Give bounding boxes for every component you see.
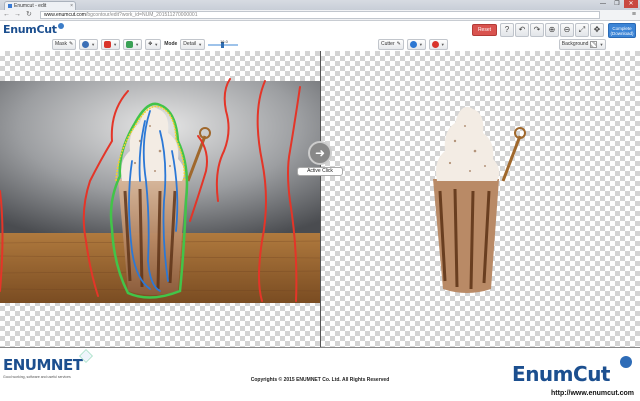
- help-icon[interactable]: ?: [500, 23, 514, 37]
- chevron-down-icon: ▼: [113, 41, 118, 47]
- complete-label: Complete: [612, 25, 632, 31]
- minimize-button[interactable]: —: [596, 0, 610, 8]
- mode-select[interactable]: Detail ▼: [180, 38, 206, 50]
- move-tool[interactable]: ✥ ▼: [145, 38, 162, 50]
- app-logo-text: EnumCut: [3, 23, 57, 36]
- address-bar: ← → ↻ www.enumcut.com/bgcontour/edit?wor…: [0, 10, 640, 21]
- browser-menu-icon[interactable]: ≡: [632, 11, 636, 19]
- url-path: /bgcontour/edit?work_id=NUM_201511270000…: [85, 12, 198, 18]
- chevron-down-icon: ▼: [91, 41, 96, 47]
- active-click-label: Active Click: [297, 167, 343, 176]
- pen-icon: ✎: [396, 41, 401, 47]
- url-host: www.enumcut.com: [44, 12, 86, 18]
- pen-icon: ✎: [68, 41, 74, 47]
- enumcut-footer-logo[interactable]: EnumCut: [512, 362, 610, 386]
- enumnet-logo[interactable]: ENUMNET: [3, 356, 83, 374]
- chevron-down-icon: ▼: [599, 41, 604, 47]
- result-canvas[interactable]: [321, 51, 640, 347]
- url-input[interactable]: www.enumcut.com/bgcontour/edit?work_id=N…: [40, 11, 600, 19]
- browser-tab[interactable]: Enumcut - edit ×: [4, 1, 76, 10]
- active-click-button[interactable]: ➜: [308, 141, 332, 165]
- person-brush-icon: [82, 40, 90, 48]
- plus-circle-icon: [409, 40, 417, 48]
- mode-label: Mode: [164, 41, 178, 47]
- chevron-down-icon: ▼: [154, 41, 159, 47]
- add-brush-icon: [126, 40, 134, 48]
- reset-button[interactable]: Reset: [471, 24, 497, 36]
- app-header: EnumCut Reset ? ↶ ↷ ⊕ ⊖ ⤢ ✥ Complete (Do…: [0, 21, 640, 39]
- reload-button[interactable]: ↻: [26, 11, 32, 19]
- zoom-in-icon[interactable]: ⊕: [545, 23, 559, 37]
- source-canvas[interactable]: [0, 51, 321, 347]
- chevron-down-icon: ▼: [440, 41, 445, 47]
- logo-bulb-icon: [57, 23, 64, 29]
- mask-label: Mask: [55, 41, 67, 47]
- chevron-down-icon: ▼: [418, 41, 423, 47]
- slider-value: 16.0: [220, 39, 228, 44]
- logo-bulb-icon: [620, 356, 632, 368]
- top-tools: Reset ? ↶ ↷ ⊕ ⊖ ⤢ ✥ Complete (Download): [471, 21, 636, 39]
- footer-site-link[interactable]: http://www.enumcut.com: [551, 390, 634, 397]
- remove-tool[interactable]: ▼: [101, 38, 121, 50]
- zoom-out-icon[interactable]: ⊖: [560, 23, 574, 37]
- source-image: [0, 78, 321, 303]
- cutter-add-tool[interactable]: ▼: [406, 38, 426, 50]
- brush-size-slider[interactable]: 16.0: [208, 39, 239, 48]
- app-logo[interactable]: EnumCut: [3, 23, 64, 36]
- redo-icon[interactable]: ↷: [530, 23, 544, 37]
- cutter-toolbar: Cutter ✎ ▼ ▼ Background ▼: [378, 38, 607, 50]
- maximize-button[interactable]: ❐: [610, 0, 624, 8]
- background-label: Background: [561, 41, 589, 47]
- result-image: [433, 106, 526, 293]
- back-button[interactable]: ←: [3, 11, 10, 19]
- cutter-tool[interactable]: Cutter ✎: [378, 38, 404, 50]
- forward-button[interactable]: →: [14, 11, 21, 19]
- move-icon: ✥: [148, 41, 153, 47]
- mode-value: Detail: [183, 41, 197, 47]
- favicon-icon: [8, 3, 12, 8]
- complete-download-button[interactable]: Complete (Download): [608, 22, 636, 38]
- browser-tabbar: Enumcut - edit × — ❐ ✕: [0, 0, 640, 10]
- chevron-down-icon: ▼: [198, 41, 203, 47]
- page-footer: ENUMNET Good working, software and usefu…: [0, 347, 640, 401]
- fit-screen-icon[interactable]: ⤢: [575, 23, 589, 37]
- tab-close-icon[interactable]: ×: [70, 3, 73, 9]
- remove-brush-icon: [104, 40, 112, 48]
- cutter-remove-tool[interactable]: ▼: [428, 38, 448, 50]
- close-window-button[interactable]: ✕: [624, 0, 638, 8]
- window-controls: — ❐ ✕: [596, 0, 638, 10]
- minus-circle-icon: [431, 40, 439, 48]
- mask-toolbar: Mask ✎ ▼ ▼ ▼ ✥ ▼ Mode Detail ▼ 16.0: [52, 38, 239, 50]
- background-select[interactable]: Background ▼: [558, 38, 607, 50]
- pan-icon[interactable]: ✥: [590, 23, 604, 37]
- add-tool[interactable]: ▼: [123, 38, 143, 50]
- cutter-label: Cutter: [381, 41, 395, 47]
- mask-tool[interactable]: Mask ✎: [52, 38, 77, 50]
- tab-title: Enumcut - edit: [14, 3, 47, 9]
- complete-sublabel: (Download): [610, 30, 634, 36]
- brush-tool[interactable]: ▼: [79, 38, 99, 50]
- transparent-swatch-icon: [590, 40, 598, 48]
- chevron-down-icon: ▼: [135, 41, 140, 47]
- undo-icon[interactable]: ↶: [515, 23, 529, 37]
